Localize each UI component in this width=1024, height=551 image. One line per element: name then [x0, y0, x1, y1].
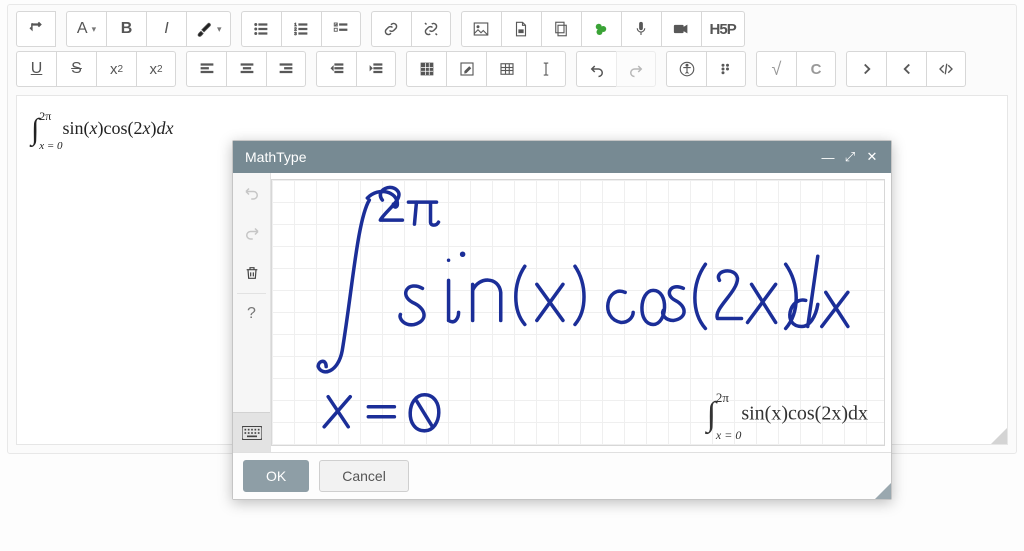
modal-footer: OK Cancel — [233, 453, 891, 499]
pv-int: ∫ — [707, 396, 716, 433]
indent-button[interactable] — [356, 51, 396, 87]
close-icon[interactable]: ✕ — [861, 149, 883, 165]
math-sqrt-button[interactable]: √ — [756, 51, 796, 87]
hw-undo-button[interactable] — [233, 173, 270, 213]
unlink-button[interactable] — [411, 11, 451, 47]
outdent-button[interactable] — [316, 51, 356, 87]
expr-mid: )cos(2 — [98, 118, 143, 138]
italic-label: I — [164, 20, 168, 38]
underline-label: U — [31, 60, 43, 78]
toolbar-row-1: A▾ B I ▾ 123 — [8, 5, 1016, 51]
chem-label: C — [811, 61, 822, 78]
grid-button[interactable] — [406, 51, 446, 87]
minimize-icon[interactable]: — — [817, 150, 839, 165]
sup-base: x — [149, 61, 157, 78]
edit-button[interactable] — [446, 51, 486, 87]
kaltura-button[interactable] — [581, 11, 621, 47]
help-label: ? — [247, 305, 256, 323]
expr-x: x — [90, 118, 98, 138]
next-button[interactable] — [846, 51, 886, 87]
hw-keyboard-button[interactable] — [233, 412, 270, 452]
numbered-list-button[interactable]: 123 — [281, 11, 321, 47]
integral-symbol: ∫ — [31, 115, 39, 145]
link-button[interactable] — [371, 11, 411, 47]
text-cursor-button[interactable] — [526, 51, 566, 87]
pv-x: x — [771, 403, 781, 425]
h5p-button[interactable]: H5P — [701, 11, 745, 47]
bold-label: B — [121, 20, 133, 38]
sqrt-label: √ — [772, 59, 782, 80]
handwriting-canvas[interactable]: ∫ 2π x = 0sin(x)cos(2x)dx — [271, 179, 885, 446]
cancel-button[interactable]: Cancel — [319, 460, 409, 492]
pv-b: )cos(2 — [781, 403, 831, 425]
align-center-button[interactable] — [226, 51, 266, 87]
modal-body: ? — [233, 173, 891, 453]
modal-resize-handle[interactable] — [875, 483, 891, 499]
prev-button[interactable] — [886, 51, 926, 87]
chem-button[interactable]: C — [796, 51, 836, 87]
underline-button[interactable]: U — [16, 51, 56, 87]
align-right-button[interactable] — [266, 51, 306, 87]
sub-base: x — [110, 61, 118, 78]
ok-button[interactable]: OK — [243, 460, 309, 492]
copy-button[interactable] — [541, 11, 581, 47]
sub-index: 2 — [117, 64, 123, 75]
pv-lower: x = 0 — [716, 428, 741, 442]
expr-x2: x — [143, 118, 151, 138]
bold-button[interactable]: B — [106, 11, 146, 47]
file-button[interactable] — [501, 11, 541, 47]
expr-dx: dx — [157, 118, 174, 138]
caret-icon: ▾ — [92, 24, 97, 35]
toggle-toolbar-button[interactable] — [16, 11, 56, 47]
superscript-button[interactable]: x2 — [136, 51, 176, 87]
bullet-list-button[interactable] — [241, 11, 281, 47]
sup-index: 2 — [157, 64, 163, 75]
integral-upper: 2π — [39, 109, 51, 123]
strike-label: S — [71, 60, 82, 78]
video-button[interactable] — [661, 11, 701, 47]
handwriting-side-toolbar: ? — [233, 173, 271, 452]
mathtype-modal: MathType — ⤢ ✕ ? — [232, 140, 892, 500]
code-view-button[interactable] — [926, 51, 966, 87]
microphone-button[interactable] — [621, 11, 661, 47]
hw-redo-button[interactable] — [233, 213, 270, 253]
modal-title-text: MathType — [245, 149, 306, 165]
accessibility-button[interactable] — [666, 51, 706, 87]
redo-button[interactable] — [616, 51, 656, 87]
checklist-button[interactable] — [321, 11, 361, 47]
hw-clear-button[interactable] — [233, 253, 270, 293]
strikethrough-button[interactable]: S — [56, 51, 96, 87]
hw-help-button[interactable]: ? — [233, 294, 270, 334]
editor-resize-handle[interactable] — [991, 428, 1007, 444]
italic-button[interactable]: I — [146, 11, 186, 47]
pv-a: sin( — [741, 403, 771, 425]
paragraph-style-button[interactable]: A▾ — [66, 11, 106, 47]
pv-c: ) — [841, 403, 848, 425]
pv-x2: x — [831, 403, 841, 425]
integral-lower: x = 0 — [39, 140, 62, 152]
modal-titlebar[interactable]: MathType — ⤢ ✕ — [233, 141, 891, 173]
font-label: A — [77, 20, 88, 38]
maximize-icon[interactable]: ⤢ — [839, 149, 861, 165]
recognition-preview: ∫ 2π x = 0sin(x)cos(2x)dx — [707, 395, 868, 435]
image-button[interactable] — [461, 11, 501, 47]
svg-text:3: 3 — [294, 31, 297, 36]
pv-dx: dx — [848, 403, 868, 425]
toolbar-row-2: U S x2 x2 √ C — [8, 51, 1016, 91]
subscript-button[interactable]: x2 — [96, 51, 136, 87]
font-color-button[interactable]: ▾ — [186, 11, 231, 47]
table-button[interactable] — [486, 51, 526, 87]
caret-icon: ▾ — [217, 24, 222, 35]
pv-upper: 2π — [716, 390, 729, 405]
align-left-button[interactable] — [186, 51, 226, 87]
h5p-label: H5P — [710, 21, 736, 38]
expr-prefix: sin( — [63, 118, 90, 138]
undo-button[interactable] — [576, 51, 616, 87]
braille-button[interactable] — [706, 51, 746, 87]
